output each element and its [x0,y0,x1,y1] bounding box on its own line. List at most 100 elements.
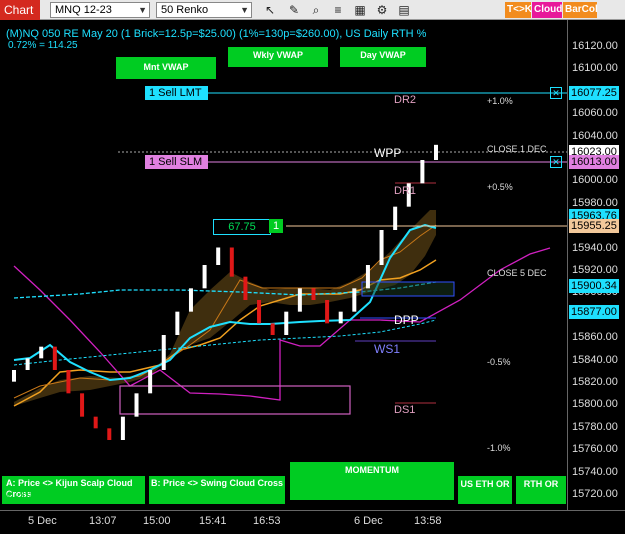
y-tick-label: 15820.00 [572,376,618,388]
price-tag: 15900.34 [569,279,619,293]
y-tick-label: 15920.00 [572,264,618,276]
y-tick-label: 16100.00 [572,62,618,75]
renko-brick [175,311,180,335]
rth-or-button[interactable]: RTH OR [516,476,566,504]
y-tick-label: 15860.00 [572,331,618,344]
y-tick-label: 15940.00 [572,241,618,254]
cloud-toggle-button[interactable]: Cloud [532,2,562,18]
renko-brick [365,265,370,289]
us-eth-or-button[interactable]: US ETH OR [458,476,512,504]
x-tick-label: 15:41 [199,515,227,527]
y-tick-label: 16060.00 [572,107,618,120]
renko-brick [338,311,343,324]
chevron-down-icon: ▼ [138,5,147,15]
x-tick-label: 15:00 [143,515,171,527]
close-5-dec-label: CLOSE 5 DEC [487,268,547,278]
renko-brick [188,288,193,312]
cursor-icon[interactable]: ↖ [262,2,278,18]
renko-brick [257,300,262,324]
renko-brick [39,346,44,359]
draw-icon[interactable]: ✎ [286,2,302,18]
renko-brick [270,323,275,335]
renko-brick [161,335,166,370]
bar-type-selector[interactable]: 50 Renko ▼ [156,2,252,18]
x-tick-label: 6 Dec [354,515,383,527]
sell-stop-order[interactable]: 1 Sell SLM [145,155,208,169]
opening-range-box [119,385,351,415]
renko-brick [284,311,289,335]
y-tick-label: 16040.00 [572,129,618,142]
price-tag: 16077.25 [569,86,619,100]
chart-panel[interactable] [0,20,567,510]
renko-brick [202,265,207,289]
layout-icon[interactable]: ▤ [396,2,412,18]
renko-brick [379,230,384,265]
renko-brick [12,370,16,382]
instrument-selector[interactable]: MNQ 12-23 ▼ [50,2,150,18]
ds1-label: DS1 [394,404,416,416]
weekly-vwap-line [13,319,437,366]
wpp-label: WPP [374,146,402,160]
y-tick-label: 15840.00 [572,353,618,366]
price-tag: 15955.25 [569,219,619,233]
renko-brick [52,346,57,370]
renko-brick [216,247,221,265]
y-tick-label: 15780.00 [572,420,618,433]
y-tick-label: 15760.00 [572,443,618,456]
bar-type-value: 50 Renko [161,4,209,16]
zoom-icon[interactable]: ⌕ [308,2,324,18]
y-tick-label: 15720.00 [572,488,618,500]
cancel-order-close-icon[interactable]: ✕ [550,156,562,168]
pct-plus-1-label: +1.0% [487,96,513,106]
chart-canvas [12,92,567,440]
pct-minus-1-label: -1.0% [487,443,511,453]
y-tick-label: 15800.00 [572,398,618,411]
renko-brick [120,416,125,440]
renko-brick [297,288,302,312]
renko-brick [107,428,112,440]
strategy-icon[interactable]: ⚙ [374,2,390,18]
x-tick-label: 13:58 [414,515,442,527]
renko-brick [93,416,98,429]
renko-brick [243,276,248,300]
ws1-label: WS1 [374,342,401,356]
price-tag: 15877.00 [569,305,619,319]
x-tick-label: 13:07 [89,515,117,527]
renko-brick [134,393,139,417]
chart-subtitle: 0.72% = 114.25 [8,40,78,51]
cancel-order-close-icon[interactable]: ✕ [550,87,562,99]
x-tick-label: 16:53 [253,515,281,527]
position-pnl[interactable]: 67.75 [213,219,271,235]
monthly-vwap-button[interactable]: Mnt VWAP [116,57,216,79]
barcol-toggle-button[interactable]: BarCol [563,2,598,18]
y-tick-label: 15980.00 [572,196,618,209]
copyright-label: © 2023 NinjaTrader, LLC [5,489,127,501]
price-tag: 16013.00 [569,155,619,169]
y-tick-label: 15740.00 [572,465,618,478]
y-tick-label: 16000.00 [572,174,618,187]
properties-icon[interactable]: ≡ [330,2,346,18]
chevron-down-icon: ▼ [240,5,249,15]
close-1-dec-label: CLOSE 1 DEC [487,144,547,154]
x-tick-label: 5 Dec [28,515,57,527]
dpp-label: DPP [394,313,419,327]
tk-toggle-button[interactable]: T<>K [505,2,532,18]
weekly-vwap-button[interactable]: Wkly VWAP [228,47,328,67]
pct-minus-05-label: -0.5% [487,357,511,367]
swing-cloud-button[interactable]: B: Price <> Swing Cloud Cross [149,476,285,504]
position-quantity[interactable]: 1 [269,219,283,233]
daily-vwap-button[interactable]: Day VWAP [340,47,426,67]
renko-brick [311,288,316,300]
renko-brick [229,247,234,277]
dr2-label: DR2 [394,94,417,106]
chart-tab[interactable]: Chart [0,0,40,20]
chart-title: (M)NQ 050 RE May 20 (1 Brick=12.5p=$25.0… [6,28,427,40]
momentum-button[interactable]: MOMENTUM [290,462,454,500]
sell-limit-order[interactable]: 1 Sell LMT [145,86,208,100]
renko-brick [393,206,398,230]
data-box-icon[interactable]: ▦ [352,2,368,18]
renko-brick [66,370,71,394]
ichimoku-cloud [14,210,436,406]
renko-brick [420,160,425,184]
vwap-zone-box [361,281,455,297]
